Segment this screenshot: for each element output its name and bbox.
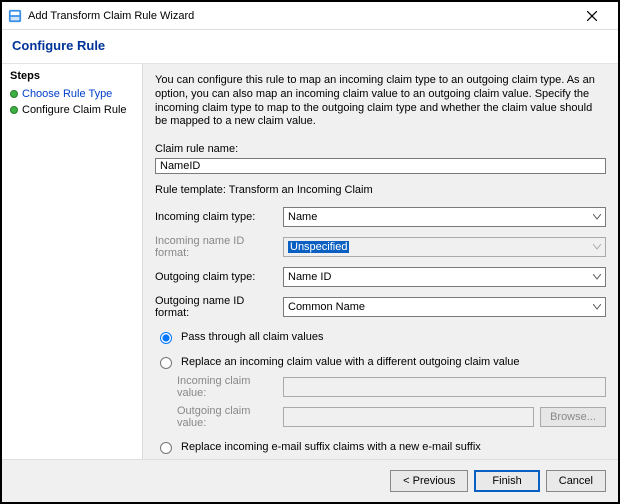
step-label: Choose Rule Type	[22, 88, 112, 100]
radio-pass-through[interactable]: Pass through all claim values	[155, 329, 606, 344]
rule-template-label: Rule template: Transform an Incoming Cla…	[155, 184, 606, 196]
description-text: You can configure this rule to map an in…	[155, 74, 606, 129]
step-configure-claim-rule[interactable]: Configure Claim Rule	[10, 102, 134, 118]
main-panel: You can configure this rule to map an in…	[142, 64, 618, 459]
window-title: Add Transform Claim Rule Wizard	[28, 10, 194, 22]
step-label: Configure Claim Rule	[22, 104, 127, 116]
step-choose-rule-type[interactable]: Choose Rule Type	[10, 86, 134, 102]
chevron-down-icon	[593, 211, 601, 223]
step-bullet-icon	[10, 90, 18, 98]
wizard-header: Configure Rule	[2, 30, 618, 64]
radio-label: Replace incoming e-mail suffix claims wi…	[181, 441, 481, 453]
page-title: Configure Rule	[12, 38, 608, 53]
titlebar: Add Transform Claim Rule Wizard	[2, 2, 618, 30]
claim-rule-name-label: Claim rule name:	[155, 143, 606, 155]
incoming-claim-value-input	[283, 377, 606, 397]
incoming-name-id-format-label: Incoming name ID format:	[155, 235, 275, 259]
radio-input[interactable]	[160, 442, 172, 454]
radio-input[interactable]	[160, 357, 172, 369]
chevron-down-icon	[593, 241, 601, 253]
radio-replace-suffix[interactable]: Replace incoming e-mail suffix claims wi…	[155, 439, 606, 454]
steps-heading: Steps	[10, 70, 134, 82]
steps-sidebar: Steps Choose Rule Type Configure Claim R…	[2, 64, 142, 459]
previous-button[interactable]: < Previous	[390, 470, 468, 492]
claim-rule-name-input[interactable]	[155, 158, 606, 174]
incoming-claim-type-label: Incoming claim type:	[155, 211, 275, 223]
close-icon	[587, 11, 597, 21]
outgoing-claim-type-label: Outgoing claim type:	[155, 271, 275, 283]
radio-label: Replace an incoming claim value with a d…	[181, 356, 520, 368]
cancel-button[interactable]: Cancel	[546, 470, 606, 492]
outgoing-claim-type-select[interactable]: Name ID	[283, 267, 606, 287]
wizard-footer: < Previous Finish Cancel	[2, 459, 618, 502]
chevron-down-icon	[593, 271, 601, 283]
wizard-window: Add Transform Claim Rule Wizard Configur…	[2, 2, 618, 502]
incoming-claim-type-select[interactable]: Name	[283, 207, 606, 227]
outgoing-name-id-format-label: Outgoing name ID format:	[155, 295, 275, 319]
app-icon	[8, 9, 22, 23]
outgoing-name-id-format-select[interactable]: Common Name	[283, 297, 606, 317]
outgoing-claim-value-label: Outgoing claim value:	[177, 405, 277, 429]
browse-button: Browse...	[540, 407, 606, 427]
close-button[interactable]	[572, 4, 612, 28]
incoming-claim-value-label: Incoming claim value:	[177, 375, 277, 399]
radio-replace-value[interactable]: Replace an incoming claim value with a d…	[155, 354, 606, 369]
outgoing-claim-value-input	[283, 407, 534, 427]
radio-input[interactable]	[160, 332, 172, 344]
chevron-down-icon	[593, 301, 601, 313]
step-bullet-icon	[10, 106, 18, 114]
radio-label: Pass through all claim values	[181, 331, 323, 343]
finish-button[interactable]: Finish	[474, 470, 539, 492]
incoming-name-id-format-select: Unspecified	[283, 237, 606, 257]
